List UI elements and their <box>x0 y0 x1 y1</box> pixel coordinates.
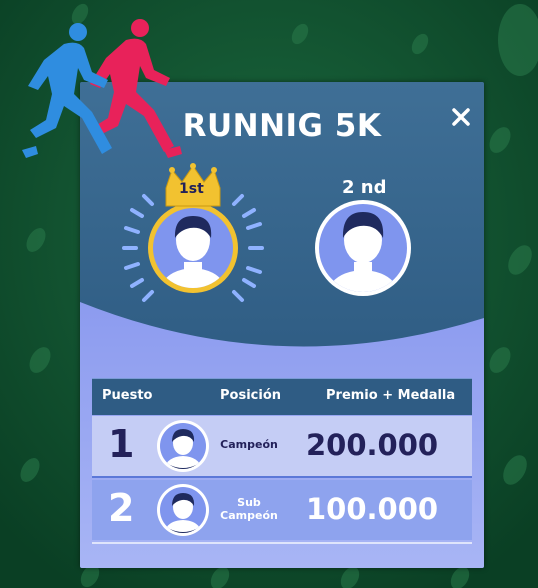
position-label: Campeón <box>220 438 278 451</box>
row-divider <box>92 476 472 478</box>
rank-number: 2 <box>108 486 135 530</box>
header-posicion: Posición <box>220 388 282 403</box>
prize-value: 200.000 <box>306 428 439 462</box>
header-premio: Premio + Medalla <box>326 388 456 403</box>
table-row: 1 Campeón 200.000 <box>92 416 472 476</box>
header-puesto: Puesto <box>102 388 153 403</box>
user-avatar-icon <box>157 420 209 472</box>
table-row: 2 Sub Campeón 100.000 <box>92 480 472 540</box>
rank-number: 1 <box>108 422 135 466</box>
runners-icon <box>22 19 182 158</box>
position-label: Sub Campeón <box>218 496 280 522</box>
row-divider <box>92 542 472 544</box>
prize-value: 100.000 <box>306 492 439 526</box>
position-label-line1: Sub <box>237 496 261 509</box>
position-label-line2: Campeón <box>220 509 278 522</box>
user-avatar-icon <box>157 484 209 536</box>
